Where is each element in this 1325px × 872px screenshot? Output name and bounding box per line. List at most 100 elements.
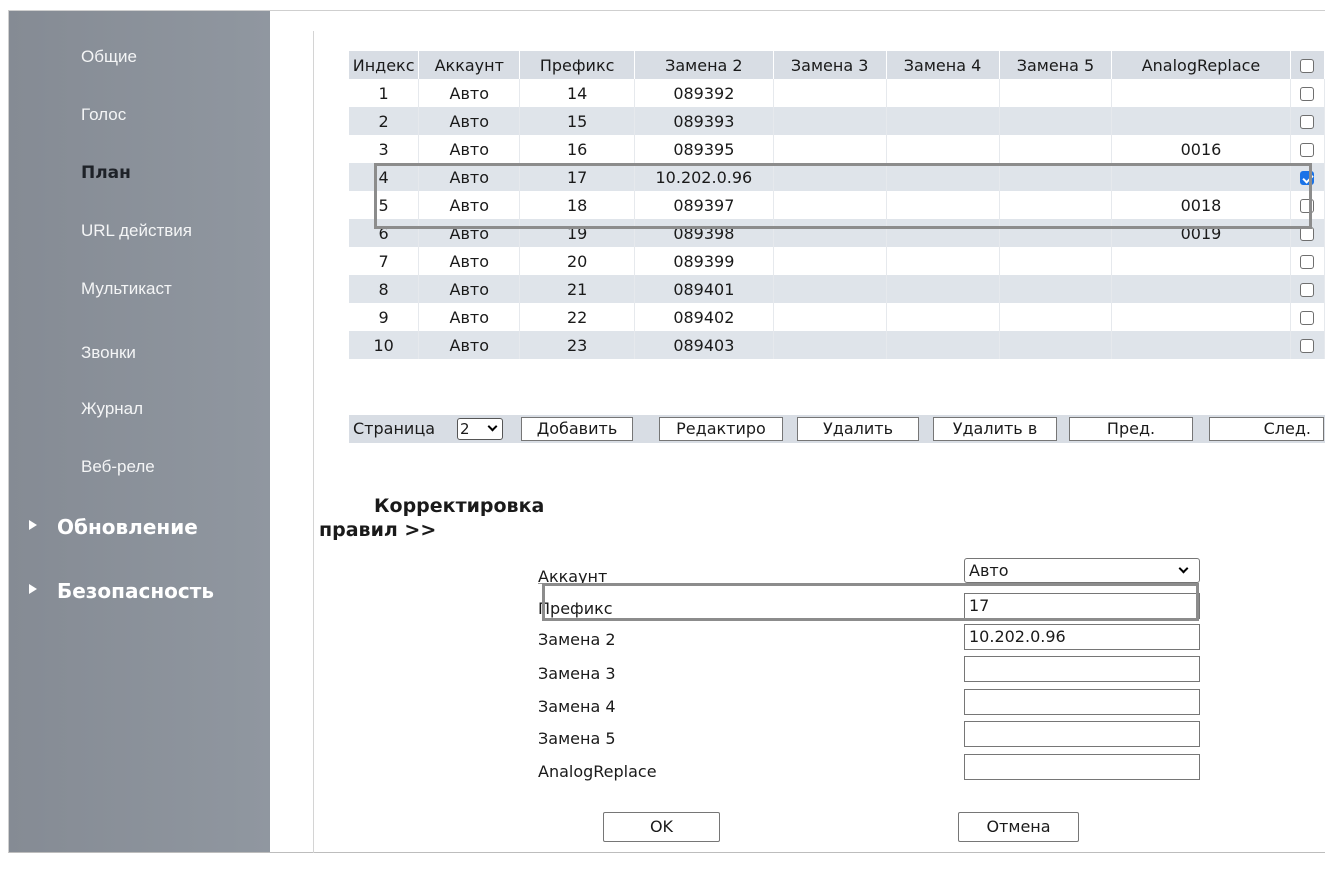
next-button[interactable]: След. bbox=[1209, 417, 1324, 441]
prev-button[interactable]: Пред. bbox=[1069, 417, 1193, 441]
row-checkbox[interactable] bbox=[1300, 339, 1315, 353]
account-label: Аккаунт bbox=[538, 567, 608, 586]
sidebar-item-web-relay[interactable]: Веб-реле bbox=[81, 457, 155, 477]
cell-index: 5 bbox=[349, 191, 420, 219]
cell-prefix: 18 bbox=[519, 191, 636, 219]
cell-index: 8 bbox=[349, 275, 420, 303]
sidebar-group-update[interactable]: Обновление bbox=[29, 515, 198, 539]
replace3-input[interactable] bbox=[964, 656, 1200, 682]
cell-analog-replace bbox=[1111, 331, 1291, 359]
table-row[interactable]: 4 Авто 17 10.202.0.96 bbox=[349, 163, 1325, 191]
cell-select[interactable] bbox=[1290, 219, 1325, 247]
replace2-input[interactable]: 10.202.0.96 bbox=[964, 624, 1200, 650]
row-checkbox[interactable] bbox=[1300, 311, 1315, 325]
edit-button[interactable]: Редактиро bbox=[659, 417, 783, 441]
row-checkbox[interactable] bbox=[1300, 87, 1315, 101]
cell-prefix: 20 bbox=[519, 247, 636, 275]
cell-replace5 bbox=[999, 331, 1113, 359]
cell-replace2: 089398 bbox=[634, 219, 774, 247]
cell-select[interactable] bbox=[1290, 107, 1325, 135]
cell-replace2: 089402 bbox=[634, 303, 774, 331]
row-checkbox[interactable] bbox=[1300, 283, 1315, 297]
delete-button[interactable]: Удалить bbox=[797, 417, 919, 441]
cell-replace2: 089392 bbox=[634, 79, 774, 107]
cell-analog-replace bbox=[1111, 163, 1291, 191]
cell-replace5 bbox=[999, 275, 1113, 303]
cell-account: Авто bbox=[418, 331, 521, 359]
cell-prefix: 23 bbox=[519, 331, 636, 359]
replace5-input[interactable] bbox=[964, 721, 1200, 747]
cell-replace4 bbox=[886, 135, 1000, 163]
cell-replace5 bbox=[999, 247, 1113, 275]
cell-replace4 bbox=[886, 191, 1000, 219]
sidebar-item-action-url[interactable]: URL действия bbox=[81, 221, 192, 241]
table-row[interactable]: 2 Авто 15 089393 bbox=[349, 107, 1325, 135]
cell-prefix: 19 bbox=[519, 219, 636, 247]
table-row[interactable]: 10 Авто 23 089403 bbox=[349, 331, 1325, 359]
cell-select[interactable] bbox=[1290, 191, 1325, 219]
sidebar-item-multicast[interactable]: Мультикаст bbox=[81, 279, 172, 299]
row-checkbox[interactable] bbox=[1300, 115, 1315, 129]
replace4-input[interactable] bbox=[964, 689, 1200, 715]
sidebar-item-general[interactable]: Общие bbox=[81, 47, 137, 67]
cell-select[interactable] bbox=[1290, 275, 1325, 303]
table-row[interactable]: 9 Авто 22 089402 bbox=[349, 303, 1325, 331]
expand-arrow-icon bbox=[29, 520, 37, 530]
replace4-label: Замена 4 bbox=[538, 697, 616, 716]
cell-select[interactable] bbox=[1290, 331, 1325, 359]
cell-replace4 bbox=[886, 79, 1000, 107]
table-row[interactable]: 8 Авто 21 089401 bbox=[349, 275, 1325, 303]
cell-replace3 bbox=[773, 79, 887, 107]
sidebar-item-log[interactable]: Журнал bbox=[81, 399, 143, 419]
cell-index: 4 bbox=[349, 163, 420, 191]
sidebar-item-calls[interactable]: Звонки bbox=[81, 343, 136, 363]
sidebar-item-plan[interactable]: План bbox=[81, 163, 131, 183]
cell-select[interactable] bbox=[1290, 247, 1325, 275]
cell-index: 6 bbox=[349, 219, 420, 247]
table-row[interactable]: 7 Авто 20 089399 bbox=[349, 247, 1325, 275]
prefix-label: Префикс bbox=[538, 599, 613, 618]
cell-index: 10 bbox=[349, 331, 420, 359]
cell-replace3 bbox=[773, 219, 887, 247]
cell-prefix: 21 bbox=[519, 275, 636, 303]
prefix-input[interactable]: 17 bbox=[964, 593, 1200, 619]
cancel-button[interactable]: Отмена bbox=[958, 812, 1079, 842]
cell-account: Авто bbox=[418, 163, 521, 191]
replace3-label: Замена 3 bbox=[538, 664, 616, 683]
row-checkbox[interactable] bbox=[1300, 227, 1315, 241]
cell-select[interactable] bbox=[1290, 79, 1325, 107]
table-row[interactable]: 1 Авто 14 089392 bbox=[349, 79, 1325, 107]
select-all-checkbox[interactable] bbox=[1300, 59, 1315, 73]
cell-prefix: 22 bbox=[519, 303, 636, 331]
header-select-all[interactable] bbox=[1290, 51, 1325, 79]
cell-prefix: 14 bbox=[519, 79, 636, 107]
main-content: Индекс Аккаунт Префикс Замена 2 Замена 3… bbox=[271, 11, 1325, 853]
delete-all-button[interactable]: Удалить в bbox=[933, 417, 1057, 441]
add-button[interactable]: Добавить bbox=[521, 417, 633, 441]
row-checkbox[interactable] bbox=[1300, 255, 1315, 269]
table-row[interactable]: 6 Авто 19 089398 0019 bbox=[349, 219, 1325, 247]
cell-replace3 bbox=[773, 303, 887, 331]
cell-index: 9 bbox=[349, 303, 420, 331]
row-checkbox-checked[interactable] bbox=[1300, 171, 1315, 185]
sidebar-item-voice[interactable]: Голос bbox=[81, 105, 126, 125]
row-checkbox[interactable] bbox=[1300, 143, 1315, 157]
app-frame: Общие Голос План URL действия Мультикаст… bbox=[8, 10, 1325, 853]
replace5-label: Замена 5 bbox=[538, 729, 616, 748]
table-row[interactable]: 5 Авто 18 089397 0018 bbox=[349, 191, 1325, 219]
sidebar-group-security[interactable]: Безопасность bbox=[29, 579, 214, 603]
cell-select[interactable] bbox=[1290, 163, 1325, 191]
account-select[interactable]: Авто bbox=[964, 558, 1200, 583]
cell-index: 2 bbox=[349, 107, 420, 135]
cell-select[interactable] bbox=[1290, 135, 1325, 163]
ok-button[interactable]: OK bbox=[603, 812, 720, 842]
header-replace2: Замена 2 bbox=[634, 51, 774, 79]
cell-replace3 bbox=[773, 107, 887, 135]
row-checkbox[interactable] bbox=[1300, 199, 1315, 213]
table-row[interactable]: 3 Авто 16 089395 0016 bbox=[349, 135, 1325, 163]
chevron-down-icon bbox=[487, 421, 498, 432]
replace2-label: Замена 2 bbox=[538, 630, 616, 649]
analog-replace-input[interactable] bbox=[964, 754, 1200, 780]
page-select[interactable]: 2 bbox=[457, 418, 503, 440]
cell-select[interactable] bbox=[1290, 303, 1325, 331]
